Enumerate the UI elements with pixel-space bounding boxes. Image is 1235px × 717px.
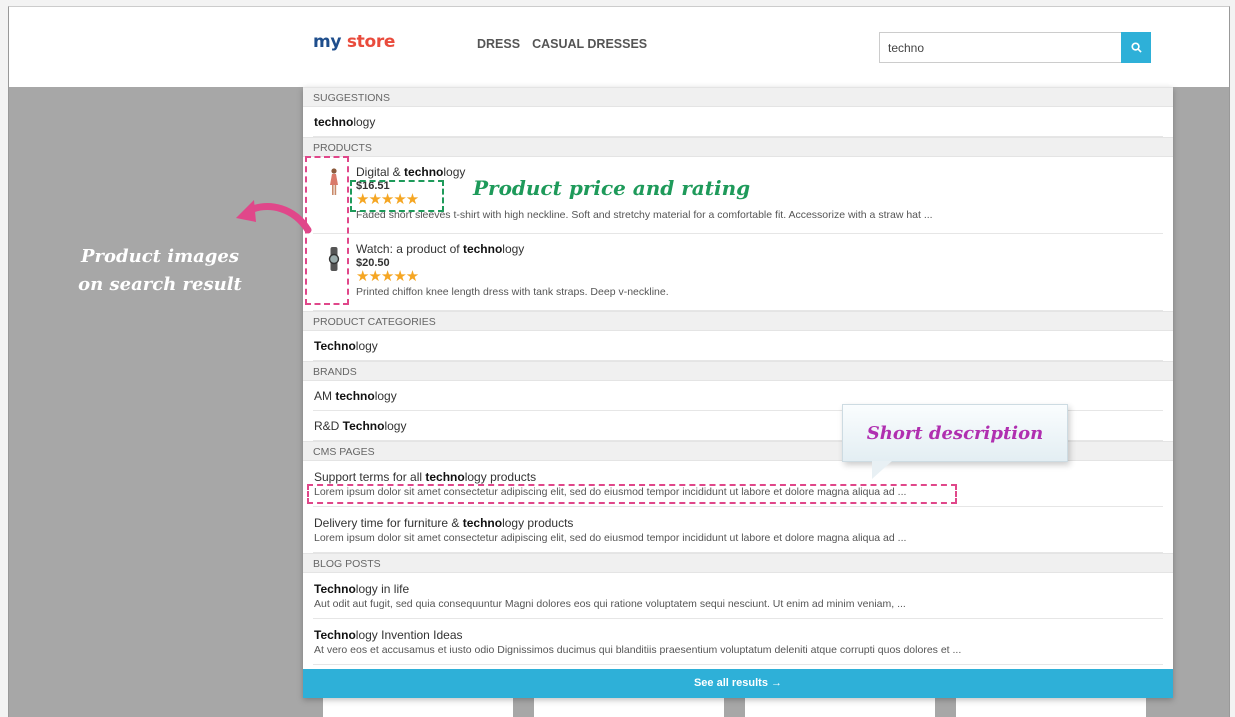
see-all-results-button[interactable]: See all results →: [303, 669, 1173, 698]
blog-post-item[interactable]: Technology Invention Ideas At vero eos e…: [313, 619, 1163, 665]
product-result[interactable]: Watch: a product of technology $20.50 ★★…: [313, 234, 1163, 311]
store-logo[interactable]: my store: [313, 32, 395, 52]
cms-title: Support terms for all technology product…: [314, 470, 537, 484]
annotation-price-rating: Product price and rating: [473, 176, 751, 200]
search-bar: [879, 32, 1151, 63]
site-header: my store DRESS CASUAL DRESSES: [9, 7, 1229, 87]
blog-title: Technology in life: [314, 582, 410, 596]
blog-description: Aut odit aut fugit, sed quia consequuntu…: [314, 598, 906, 610]
curved-arrow-icon: [236, 200, 312, 234]
blog-description: At vero eos et accusamus et iusto odio D…: [314, 644, 962, 656]
product-info: Watch: a product of technology $20.50 ★★…: [356, 242, 669, 298]
browser-viewport: my store DRESS CASUAL DRESSES SUGGESTION…: [8, 6, 1230, 717]
product-title: Watch: a product of technology: [356, 242, 525, 256]
cms-page-item[interactable]: Delivery time for furniture & technology…: [313, 507, 1163, 553]
callout-tail: [872, 461, 892, 479]
section-heading-suggestions: SUGGESTIONS: [303, 87, 1173, 107]
main-nav: DRESS CASUAL DRESSES: [477, 37, 647, 51]
search-icon: [1130, 42, 1142, 53]
section-heading-categories: PRODUCT CATEGORIES: [303, 311, 1173, 331]
search-button[interactable]: [1121, 32, 1151, 63]
blog-post-item[interactable]: Technology in life Aut odit aut fugit, s…: [313, 573, 1163, 619]
section-heading-products: PRODUCTS: [303, 137, 1173, 157]
price-rating-highlight-box: [350, 180, 444, 212]
nav-item-dress[interactable]: DRESS: [477, 37, 520, 51]
description-highlight-box: [307, 484, 957, 504]
product-description: Printed chiffon knee length dress with t…: [356, 286, 669, 298]
blog-title: Technology Invention Ideas: [314, 628, 463, 642]
star-rating: ★★★★★: [356, 268, 419, 285]
category-item[interactable]: Technology: [313, 331, 1163, 361]
suggestion-item[interactable]: technology: [313, 107, 1163, 137]
annotation-product-images: Product images on search result: [78, 246, 242, 295]
cms-title: Delivery time for furniture & technology…: [314, 516, 574, 530]
section-heading-blog: BLOG POSTS: [303, 553, 1173, 573]
section-heading-brands: BRANDS: [303, 361, 1173, 381]
cms-description: Lorem ipsum dolor sit amet consectetur a…: [314, 532, 907, 544]
search-input[interactable]: [879, 32, 1121, 63]
nav-item-casual-dresses[interactable]: CASUAL DRESSES: [532, 37, 647, 51]
annotation-short-description: Short description: [842, 404, 1068, 462]
